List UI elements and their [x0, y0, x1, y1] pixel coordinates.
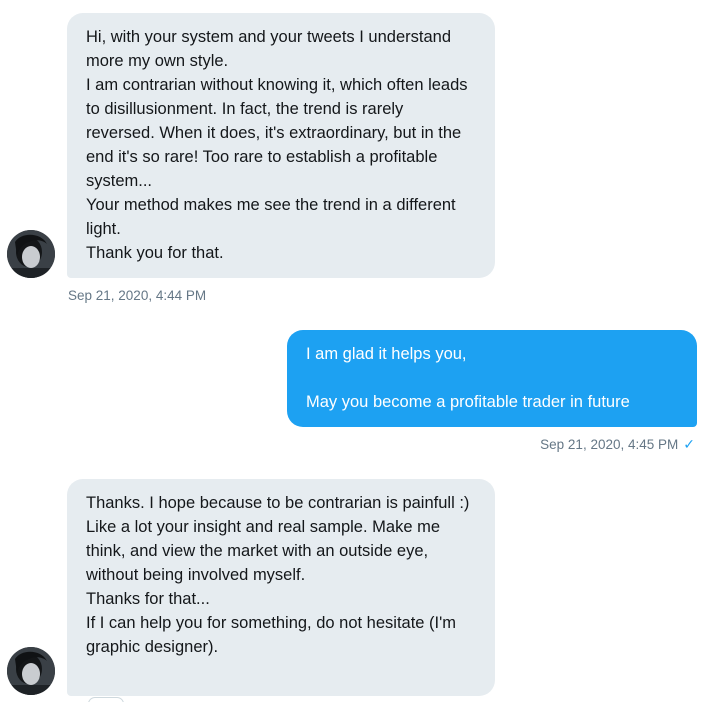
- checkmark-icon: ✓: [683, 436, 695, 452]
- incoming-message-bubble[interactable]: Thanks. I hope because to be contrarian …: [67, 479, 495, 696]
- reaction-button[interactable]: [88, 697, 124, 702]
- message-timestamp: Sep 21, 2020, 4:44 PM: [68, 288, 207, 303]
- message-timestamp-row: Sep 21, 2020, 4:45 PM ✓: [540, 435, 695, 454]
- dm-conversation: Hi, with your system and your tweets I u…: [0, 0, 705, 702]
- avatar-photo: [7, 647, 55, 695]
- avatar-photo: [7, 230, 55, 278]
- sender-avatar[interactable]: [7, 230, 55, 278]
- message-timestamp: Sep 21, 2020, 4:45 PM: [540, 437, 679, 452]
- outgoing-message-bubble[interactable]: I am glad it helps you, May you become a…: [287, 330, 697, 427]
- sender-avatar[interactable]: [7, 647, 55, 695]
- incoming-message-bubble[interactable]: Hi, with your system and your tweets I u…: [67, 13, 495, 278]
